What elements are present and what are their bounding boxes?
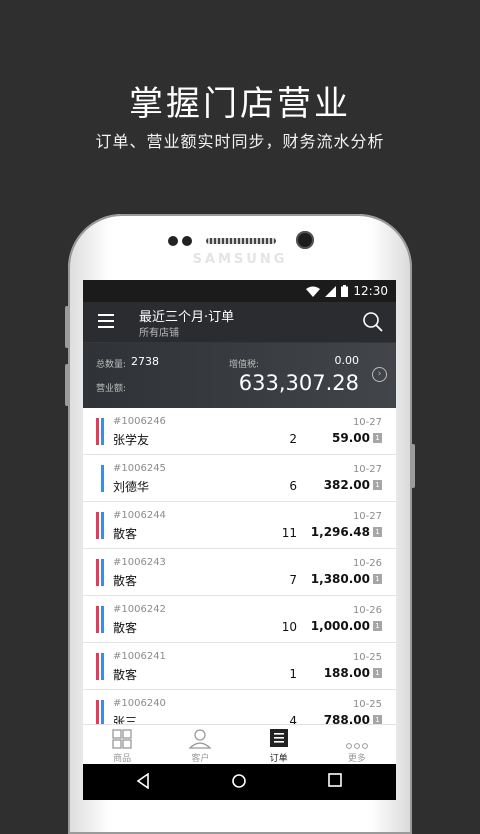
order-row[interactable]: #1006244 散客 11 10-27 1,296.48 1: [83, 502, 396, 549]
order-date: 10-26: [352, 605, 382, 616]
tab-label: 客户: [191, 754, 210, 764]
grid-icon: [112, 729, 132, 753]
wifi-icon: [306, 286, 321, 297]
order-date: 10-27: [352, 464, 382, 475]
tab-1[interactable]: 客户: [161, 725, 239, 765]
order-list: #1006246 张学友 2 10-27 59.00 1 #1006245 刘德华 6 10-27…: [83, 408, 396, 737]
order-quantity: 10: [281, 620, 297, 634]
order-id: #1006243: [113, 557, 166, 568]
order-date: 10-27: [352, 417, 382, 428]
battery-icon: [341, 285, 349, 297]
order-id: #1006245: [113, 463, 166, 474]
tab-3[interactable]: 更多: [318, 725, 396, 765]
order-status-marker: [96, 559, 106, 586]
earpiece-speaker: [206, 238, 276, 244]
promo-subtitle: 订单、营业额实时同步，财务流水分析: [95, 132, 385, 151]
order-date: 10-25: [352, 652, 382, 663]
tab-2[interactable]: 订单: [240, 725, 318, 765]
status-time: 12:30: [353, 284, 388, 298]
tax-label: 增值税:: [229, 360, 260, 370]
device-brand: SAMSUNG: [192, 252, 288, 267]
person-icon: [188, 729, 212, 753]
order-amount: 1,380.00: [310, 572, 370, 586]
customer-name: 张学友: [113, 433, 150, 447]
menu-icon[interactable]: [98, 314, 114, 328]
revenue-value: 633,307.28: [238, 371, 359, 395]
tab-label: 商品: [113, 754, 132, 764]
signal-icon: [325, 285, 337, 297]
order-amount: 382.00: [323, 478, 370, 492]
order-status-marker: [96, 606, 106, 633]
summary-panel[interactable]: 总数量: 2738 增值税: 0.00 营业额: 633,307.28 ›: [83, 342, 396, 408]
order-id: #1006244: [113, 510, 166, 521]
app-bar: 最近三个月·订单 所有店铺: [83, 302, 396, 342]
chevron-right-icon[interactable]: ›: [372, 367, 387, 382]
bottom-tab-bar: 商品 客户 订单 更多: [83, 724, 396, 765]
revenue-label: 营业额:: [96, 384, 127, 394]
order-status-marker: [96, 465, 106, 492]
order-row[interactable]: #1006246 张学友 2 10-27 59.00 1: [83, 408, 396, 455]
order-status-marker: [96, 653, 106, 680]
order-quantity: 1: [289, 667, 297, 681]
front-camera: [296, 231, 314, 249]
system-nav-bar: [83, 764, 396, 800]
volume-down-button: [65, 364, 69, 406]
sensor-dot: [182, 236, 192, 246]
order-status-marker: [96, 700, 106, 727]
order-date: 10-27: [352, 511, 382, 522]
promo-title: 掌握门店营业: [129, 84, 351, 124]
tab-label: 订单: [269, 754, 288, 764]
sensor-dot: [168, 236, 178, 246]
search-icon[interactable]: [362, 311, 384, 333]
phone-screen: 12:30 最近三个月·订单 所有店铺 总数量: 2738 增值税: 0.00 …: [83, 280, 396, 800]
order-date: 10-26: [352, 558, 382, 569]
payment-badge: 1: [373, 574, 382, 584]
store-filter[interactable]: 所有店铺: [139, 324, 179, 339]
back-icon[interactable]: [136, 773, 150, 789]
order-quantity: 7: [289, 573, 297, 587]
customer-name: 散客: [113, 668, 138, 682]
order-quantity: 6: [289, 479, 297, 493]
order-amount: 188.00: [323, 666, 370, 680]
order-amount: 59.00: [332, 431, 370, 445]
status-bar: 12:30: [83, 280, 396, 302]
order-id: #1006246: [113, 416, 166, 427]
order-row[interactable]: #1006243 散客 7 10-26 1,380.00 1: [83, 549, 396, 596]
order-id: #1006240: [113, 698, 166, 709]
power-button: [411, 444, 415, 488]
home-icon[interactable]: [231, 773, 247, 789]
tab-label: 更多: [347, 754, 366, 764]
order-amount: 1,000.00: [310, 619, 370, 633]
order-quantity: 2: [289, 432, 297, 446]
page-title[interactable]: 最近三个月·订单: [139, 306, 234, 325]
total-count-value: 2738: [131, 355, 159, 368]
recents-icon[interactable]: [328, 773, 342, 787]
payment-badge: 1: [373, 621, 382, 631]
order-status-marker: [96, 512, 106, 539]
customer-name: 散客: [113, 574, 138, 588]
customer-name: 刘德华: [113, 480, 150, 494]
order-row[interactable]: #1006245 刘德华 6 10-27 382.00 1: [83, 455, 396, 502]
payment-badge: 1: [373, 527, 382, 537]
tax-value: 0.00: [334, 354, 360, 367]
tab-0[interactable]: 商品: [83, 725, 161, 765]
order-row[interactable]: #1006242 散客 10 10-26 1,000.00 1: [83, 596, 396, 643]
order-id: #1006241: [113, 651, 166, 662]
payment-badge: 1: [373, 433, 382, 443]
list-icon: [269, 729, 288, 751]
order-date: 10-25: [352, 699, 382, 710]
customer-name: 散客: [113, 621, 138, 635]
order-id: #1006242: [113, 604, 166, 615]
order-quantity: 11: [281, 526, 297, 540]
customer-name: 散客: [113, 527, 138, 541]
payment-badge: 1: [373, 668, 382, 678]
order-status-marker: [96, 418, 106, 445]
order-row[interactable]: #1006241 散客 1 10-25 188.00 1: [83, 643, 396, 690]
order-amount: 1,296.48: [310, 525, 370, 539]
volume-up-button: [65, 306, 69, 348]
total-count-label: 总数量:: [96, 360, 127, 370]
payment-badge: 1: [373, 480, 382, 490]
